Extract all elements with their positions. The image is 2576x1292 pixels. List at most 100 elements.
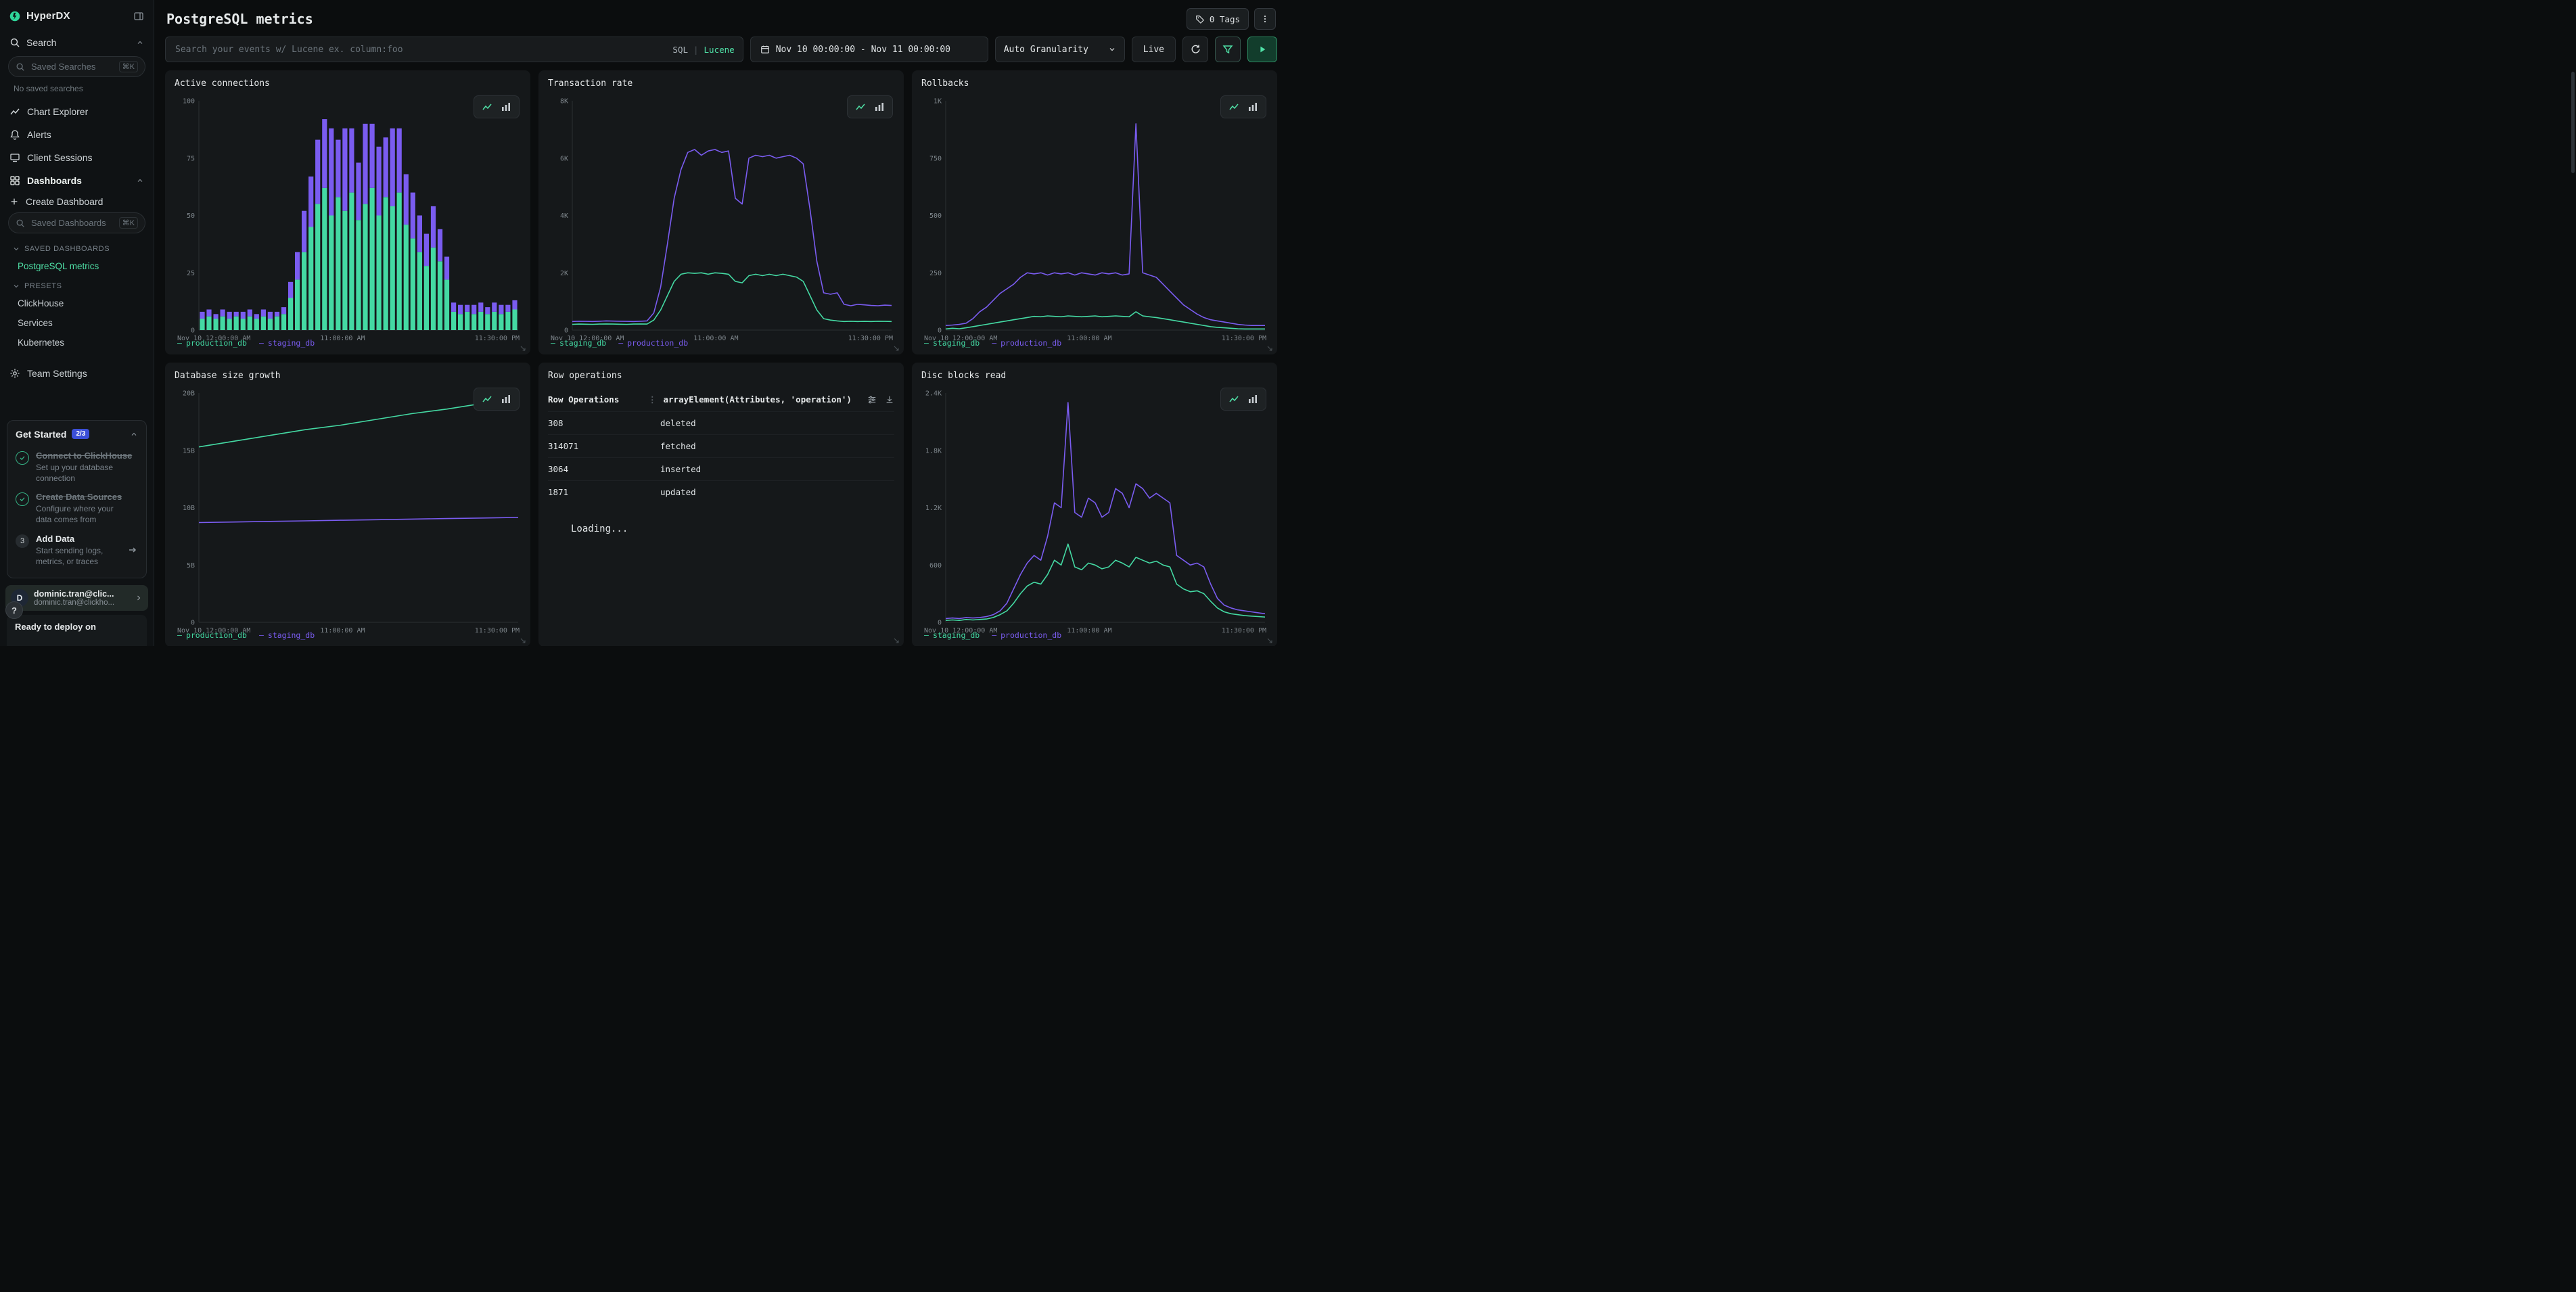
svg-text:11:00:00 AM: 11:00:00 AM xyxy=(320,335,365,342)
svg-text:20B: 20B xyxy=(183,390,195,398)
section-label: PRESETS xyxy=(24,282,62,290)
chart-title: Transaction rate xyxy=(548,78,894,89)
sql-mode-toggle[interactable]: SQL xyxy=(672,45,688,55)
more-options-button[interactable] xyxy=(1254,8,1276,30)
sidebar-item-client-sessions[interactable]: Client Sessions xyxy=(0,146,154,169)
resize-handle-icon[interactable] xyxy=(1266,344,1274,352)
svg-text:5B: 5B xyxy=(187,562,195,570)
table-row: 3064inserted xyxy=(548,457,894,480)
line-chart-toggle-icon[interactable] xyxy=(482,394,492,405)
deploy-banner[interactable]: Ready to deploy on xyxy=(7,615,147,646)
download-icon[interactable] xyxy=(885,395,894,405)
resize-handle-icon[interactable] xyxy=(519,637,527,645)
chevron-up-icon xyxy=(130,430,138,438)
row-operations-table: Row Operations ⋮ arrayElement(Attributes… xyxy=(548,389,894,503)
play-icon xyxy=(1258,45,1267,54)
live-button[interactable]: Live xyxy=(1132,37,1176,62)
nav-label: Dashboards xyxy=(27,175,82,186)
sidebar-bottom: Get Started 2/3 Connect to ClickHouse Se… xyxy=(0,415,154,646)
bar-chart-toggle-icon[interactable] xyxy=(501,394,511,405)
line-chart-toggle-icon[interactable] xyxy=(482,101,492,112)
chevron-right-icon xyxy=(135,594,143,602)
chart-plot: 02K4K6K8KNov 10 12:00:00 AM11:00:00 AM11… xyxy=(548,91,894,336)
get-started-step-add-data[interactable]: 3 Add Data Start sending logs, metrics, … xyxy=(16,530,138,571)
sidebar-item-alerts[interactable]: Alerts xyxy=(0,123,154,146)
sidebar-item-dashboards[interactable]: Dashboards xyxy=(0,169,154,192)
svg-text:11:30:00 PM: 11:30:00 PM xyxy=(475,627,520,635)
sidebar-header: HyperDX xyxy=(0,0,154,30)
search-icon xyxy=(16,218,25,228)
column-header-row-operations[interactable]: Row Operations xyxy=(548,394,648,405)
sidebar-section-search[interactable]: Search xyxy=(0,30,154,55)
line-chart-toggle-icon[interactable] xyxy=(1228,394,1239,405)
bar-chart-toggle-icon[interactable] xyxy=(874,101,885,112)
svg-text:0: 0 xyxy=(564,327,568,335)
saved-searches-input[interactable] xyxy=(30,61,114,72)
sidebar-preset-clickhouse[interactable]: ClickHouse xyxy=(0,294,154,313)
resize-handle-icon[interactable] xyxy=(892,637,900,645)
sidebar-item-chart-explorer[interactable]: Chart Explorer xyxy=(0,100,154,123)
column-resize-handle[interactable]: ⋮ xyxy=(648,394,657,405)
step-subtitle: Start sending logs, metrics, or traces xyxy=(36,545,120,567)
line-chart-toggle-icon[interactable] xyxy=(1228,101,1239,112)
help-button[interactable]: ? xyxy=(5,601,23,619)
create-dashboard-button[interactable]: Create Dashboard xyxy=(0,192,154,211)
saved-dashboards-search[interactable]: ⌘K xyxy=(8,212,145,233)
sidebar-preset-services[interactable]: Services xyxy=(0,313,154,333)
hyperdx-logo-icon xyxy=(9,11,20,22)
resize-handle-icon[interactable] xyxy=(519,344,527,352)
saved-dashboards-input[interactable] xyxy=(30,217,114,229)
line-chart-toggle-icon[interactable] xyxy=(855,101,866,112)
presets-section-header[interactable]: PRESETS xyxy=(0,276,154,294)
tags-button-label: 0 Tags xyxy=(1210,14,1240,24)
nav-label: Chart Explorer xyxy=(27,106,88,117)
resize-handle-icon[interactable] xyxy=(1266,637,1274,645)
get-started-step-connect[interactable]: Connect to ClickHouse Set up your databa… xyxy=(16,446,138,488)
chart-plot: 06001.2K1.8K2.4KNov 10 12:00:00 AM11:00:… xyxy=(921,384,1268,628)
sidebar-collapse-icon[interactable] xyxy=(133,11,144,22)
column-header-operation[interactable]: arrayElement(Attributes, 'operation') xyxy=(664,394,868,405)
svg-text:Nov 10 12:00:00 AM: Nov 10 12:00:00 AM xyxy=(551,335,624,342)
saved-dashboards-section-header[interactable]: SAVED DASHBOARDS xyxy=(0,239,154,256)
get-started-card: Get Started 2/3 Connect to ClickHouse Se… xyxy=(7,420,147,578)
table-row: 314071fetched xyxy=(548,434,894,457)
sidebar-dashboard-postgresql-metrics[interactable]: PostgreSQL metrics xyxy=(0,256,154,276)
svg-text:2K: 2K xyxy=(560,270,568,277)
granularity-value: Auto Granularity xyxy=(1004,45,1088,55)
sidebar: HyperDX Search ⌘K No saved searches Char… xyxy=(0,0,154,646)
saved-searches-search[interactable]: ⌘K xyxy=(8,56,145,77)
lucene-mode-toggle[interactable]: Lucene xyxy=(704,45,735,55)
event-search-input[interactable] xyxy=(174,44,672,55)
filter-button[interactable] xyxy=(1215,37,1241,62)
svg-text:Nov 10 12:00:00 AM: Nov 10 12:00:00 AM xyxy=(924,335,997,342)
date-range-picker[interactable]: Nov 10 00:00:00 - Nov 11 00:00:00 xyxy=(750,37,988,62)
section-label: SAVED DASHBOARDS xyxy=(24,245,110,253)
sidebar-item-team-settings[interactable]: Team Settings xyxy=(0,362,154,385)
create-dashboard-label: Create Dashboard xyxy=(26,196,103,207)
bar-chart-toggle-icon[interactable] xyxy=(1247,394,1258,405)
sliders-icon[interactable] xyxy=(867,395,877,405)
granularity-select[interactable]: Auto Granularity xyxy=(995,37,1125,62)
event-search-box[interactable]: SQL | Lucene xyxy=(165,37,743,62)
sidebar-preset-kubernetes[interactable]: Kubernetes xyxy=(0,333,154,352)
cell-count: 308 xyxy=(548,418,648,428)
bar-chart-toggle-icon[interactable] xyxy=(501,101,511,112)
svg-text:4K: 4K xyxy=(560,212,568,220)
cell-count: 314071 xyxy=(548,441,648,451)
svg-text:0: 0 xyxy=(938,620,942,627)
user-menu[interactable]: D dominic.tran@clic... dominic.tran@clic… xyxy=(5,585,148,611)
bar-chart-toggle-icon[interactable] xyxy=(1247,101,1258,112)
tags-button[interactable]: 0 Tags xyxy=(1187,8,1249,30)
svg-text:600: 600 xyxy=(929,562,942,570)
resize-handle-icon[interactable] xyxy=(892,344,900,352)
scrollbar-thumb[interactable] xyxy=(2571,72,2575,173)
main-content: PostgreSQL metrics 0 Tags SQL | Lucene xyxy=(154,0,1288,646)
svg-text:11:30:00 PM: 11:30:00 PM xyxy=(1222,627,1266,635)
date-range-value: Nov 10 00:00:00 - Nov 11 00:00:00 xyxy=(776,45,950,55)
get-started-step-sources[interactable]: Create Data Sources Configure where your… xyxy=(16,488,138,529)
run-query-button[interactable] xyxy=(1247,37,1277,62)
get-started-header[interactable]: Get Started 2/3 xyxy=(16,429,138,440)
table-header-row: Row Operations ⋮ arrayElement(Attributes… xyxy=(548,389,894,411)
search-section-label: Search xyxy=(26,37,56,48)
refresh-button[interactable] xyxy=(1182,37,1208,62)
